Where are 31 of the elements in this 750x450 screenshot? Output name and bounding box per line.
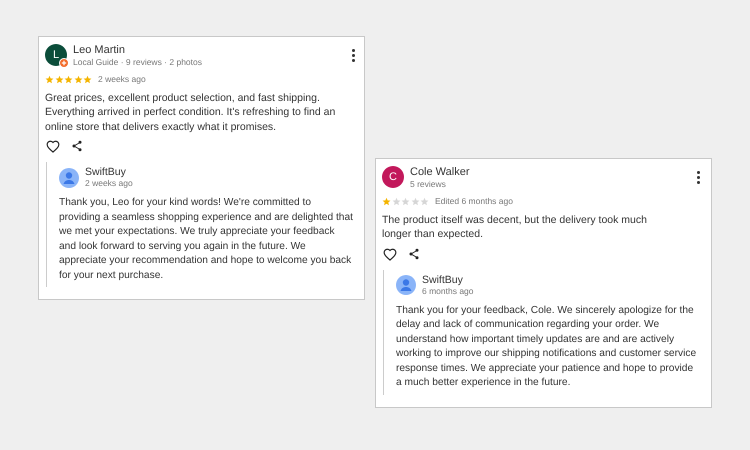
business-name: SwiftBuy	[422, 274, 464, 286]
reply-time: 6 months ago	[422, 286, 474, 297]
review-text: The product itself was decent, but the delivery took much longer than expected.	[382, 212, 648, 242]
star-icon	[420, 196, 429, 206]
user-avatar-icon	[396, 275, 416, 296]
star-icon	[83, 74, 92, 84]
review-time: Edited 6 months ago	[435, 195, 513, 208]
star-icon	[64, 74, 73, 84]
business-name: SwiftBuy	[85, 166, 127, 178]
review-time: 2 weeks ago	[98, 73, 146, 86]
star-icon	[401, 196, 410, 206]
share-icon[interactable]	[71, 140, 83, 152]
heart-icon[interactable]	[46, 140, 60, 154]
star-icon	[410, 196, 420, 206]
star-icon	[45, 74, 54, 84]
heart-icon[interactable]	[383, 248, 397, 261]
reply-time: 2 weeks ago	[85, 178, 133, 190]
reviewer-meta: Local Guide · 9 reviews · 2 photos	[73, 57, 203, 68]
share-icon[interactable]	[408, 248, 420, 260]
star-icon	[74, 74, 82, 84]
reviewer-meta: 5 reviews	[410, 179, 447, 190]
reviewer-name: Cole Walker	[410, 166, 470, 179]
reply-text: Thank you, Leo for your kind words! We're committed to providing a seamless shopping experience and are delighted that we met your expectations. We truly appreciate your feedback and look forward to serving you again in the future. We appreciate your recommendation and hope to welcome you back for your next purchase.	[59, 196, 354, 283]
user-avatar-icon	[59, 168, 79, 188]
reviewer-name: Leo Martin	[73, 44, 126, 57]
star-icon	[54, 74, 64, 84]
star-icon	[392, 196, 400, 206]
avatar: C	[382, 166, 404, 188]
review-text: Great prices, excellent product selection, and fast shipping. Everything arrived in perfect condition. It's refreshing to find an online store that delivers exactly what it promises.	[45, 90, 336, 134]
star-icon	[382, 196, 391, 206]
reply-text: Thank you for your feedback, Cole. We sincerely apologize for the delay and lack of communication regarding your order. We understand how important timely updates are and are actively working to improve our shipping notifications and customer service response times. We appreciate your patience and hope to provide a much better experience in the future.	[396, 304, 698, 390]
